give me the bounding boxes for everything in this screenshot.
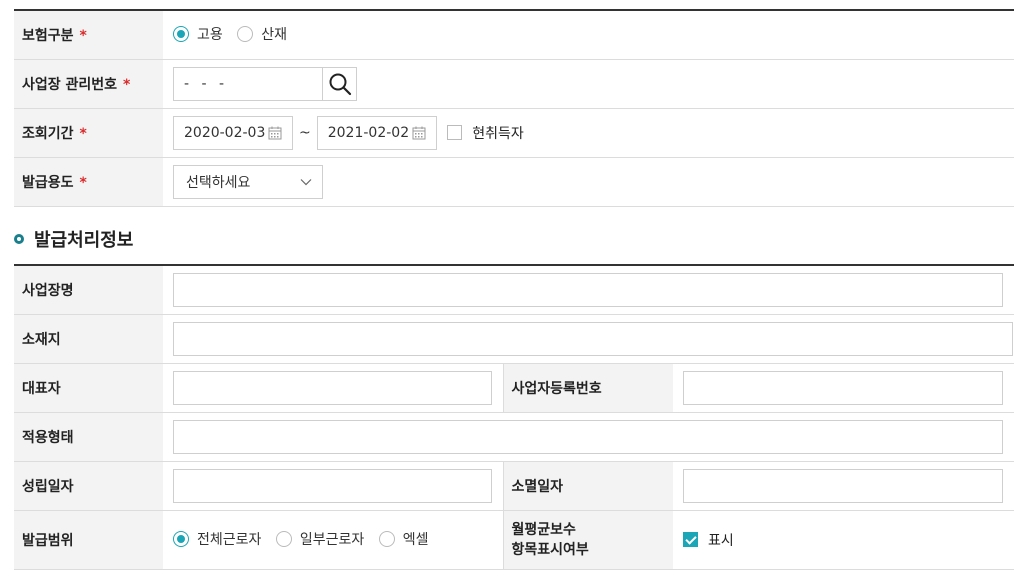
scope-label: 발급범위 bbox=[14, 510, 163, 570]
insurance-type-label: 보험구분 * bbox=[14, 10, 163, 60]
purpose-selected-value: 선택하세요 bbox=[186, 174, 251, 191]
location-label: 소재지 bbox=[14, 314, 163, 364]
date-range-separator: ~ bbox=[299, 124, 311, 141]
biz-name-input[interactable] bbox=[173, 272, 1003, 307]
radio-circle[interactable] bbox=[237, 25, 254, 42]
avg-pay-label-line1: 월평균보수 bbox=[511, 521, 576, 538]
radio-excel[interactable]: 엑셀 bbox=[378, 529, 428, 549]
radio-circle-selected[interactable] bbox=[173, 25, 189, 42]
dates-row: 성립일자 소멸일자 bbox=[14, 461, 1014, 511]
biz-reg-no-input[interactable] bbox=[683, 370, 1003, 405]
start-date-input[interactable]: 2020-02-03 bbox=[173, 115, 293, 150]
location-input[interactable] bbox=[173, 321, 1013, 356]
purpose-select[interactable]: 선택하세요 bbox=[173, 164, 323, 199]
search-icon bbox=[329, 73, 351, 95]
chevron-down-icon bbox=[300, 178, 312, 185]
insurance-type-row: 보험구분 * 고용 산재 bbox=[14, 10, 1014, 60]
location-row: 소재지 bbox=[14, 314, 1014, 364]
section-title: 발급처리정보 bbox=[34, 230, 134, 251]
radio-all-workers[interactable]: 전체근로자 bbox=[173, 529, 261, 549]
biz-mgmt-search-button[interactable] bbox=[323, 66, 357, 101]
purpose-label: 발급용도 * bbox=[14, 157, 163, 207]
section-bullet-icon bbox=[14, 234, 24, 244]
biz-name-row: 사업장명 bbox=[14, 265, 1014, 315]
calendar-icon[interactable] bbox=[268, 126, 282, 140]
biz-name-label: 사업장명 bbox=[14, 265, 163, 315]
current-employee-label: 현취득자 bbox=[472, 125, 524, 142]
representative-input[interactable] bbox=[173, 370, 492, 405]
checkbox-box-checked[interactable] bbox=[683, 532, 698, 547]
biz-mgmt-no-row: 사업장 관리번호 * - - - bbox=[14, 59, 1014, 109]
required-mark: * bbox=[79, 174, 87, 191]
display-checkbox[interactable]: 표시 bbox=[683, 530, 734, 550]
issue-info-table: 사업장명 소재지 대표자 사업자등록번호 적용형태 성립일자 소멸일자 발급범위… bbox=[14, 264, 1014, 570]
checkbox-box[interactable] bbox=[447, 125, 463, 140]
representative-label: 대표자 bbox=[14, 363, 163, 413]
required-mark: * bbox=[123, 76, 131, 93]
period-label: 조회기간 * bbox=[14, 108, 163, 158]
end-date-input[interactable]: 2021-02-02 bbox=[316, 115, 437, 150]
scope-row: 발급범위 전체근로자 일부근로자 엑셀 월평균보수 항목표시여부 표시 bbox=[14, 510, 1014, 570]
required-mark: * bbox=[79, 27, 87, 44]
applied-type-label: 적용형태 bbox=[14, 412, 163, 462]
representative-row: 대표자 사업자등록번호 bbox=[14, 363, 1014, 413]
biz-mgmt-no-input[interactable]: - - - bbox=[173, 66, 323, 101]
display-label: 표시 bbox=[708, 532, 734, 549]
radio-circle-selected[interactable] bbox=[173, 530, 189, 547]
period-row: 조회기간 * 2020-02-03 ~ 2021-02-02 현취득자 bbox=[14, 108, 1014, 158]
radio-circle[interactable] bbox=[275, 530, 292, 547]
extinguished-date-input[interactable] bbox=[683, 468, 1003, 503]
purpose-row: 발급용도 * 선택하세요 bbox=[14, 157, 1014, 207]
search-form-table: 보험구분 * 고용 산재 사업장 관리번호 * - - - 조회기간 * 202… bbox=[14, 9, 1014, 207]
applied-type-input[interactable] bbox=[173, 419, 1003, 454]
avg-pay-label-line2: 항목표시여부 bbox=[511, 541, 589, 558]
radio-industrial-accident[interactable]: 산재 bbox=[237, 24, 287, 44]
required-mark: * bbox=[79, 125, 87, 142]
extinguished-label: 소멸일자 bbox=[502, 461, 673, 511]
established-label: 성립일자 bbox=[14, 461, 163, 511]
radio-some-workers[interactable]: 일부근로자 bbox=[275, 529, 364, 549]
biz-mgmt-no-label: 사업장 관리번호 * bbox=[14, 59, 163, 109]
calendar-icon[interactable] bbox=[412, 126, 426, 140]
established-date-input[interactable] bbox=[173, 468, 492, 503]
radio-employment[interactable]: 고용 bbox=[173, 24, 223, 44]
section-heading: 발급처리정보 bbox=[14, 226, 133, 252]
start-date-value: 2020-02-03 bbox=[184, 124, 266, 141]
radio-circle[interactable] bbox=[378, 530, 395, 547]
avg-pay-display-label: 월평균보수 항목표시여부 bbox=[502, 510, 673, 570]
applied-type-row: 적용형태 bbox=[14, 412, 1014, 462]
biz-reg-no-label: 사업자등록번호 bbox=[502, 363, 673, 413]
current-employee-checkbox[interactable]: 현취득자 bbox=[447, 123, 524, 143]
end-date-value: 2021-02-02 bbox=[327, 124, 410, 141]
